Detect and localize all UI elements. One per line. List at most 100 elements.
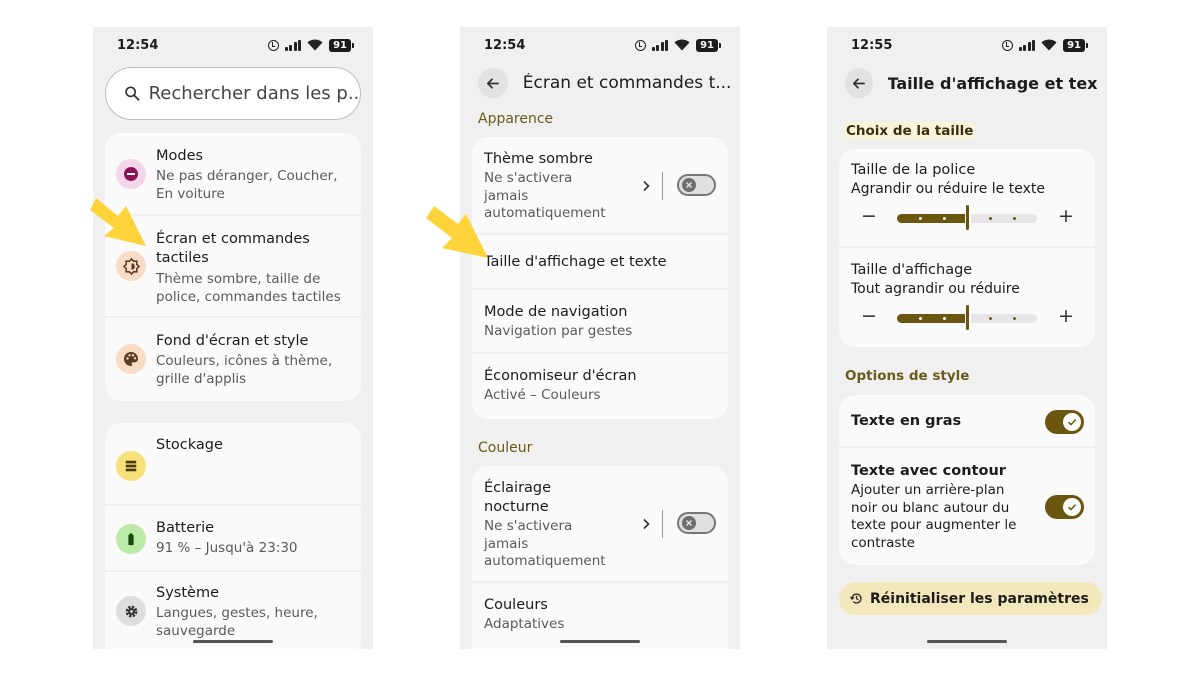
display-size-screen: 12:55 91 Taille d'affichage et tex... Ch…	[827, 27, 1107, 649]
signal-icon	[1018, 39, 1036, 51]
back-button[interactable]	[845, 68, 873, 98]
annotation-arrow	[426, 206, 488, 258]
status-bar: 12:54 91	[484, 35, 721, 55]
setting-subtitle: Ne s'activera jamais automatiquement	[484, 170, 606, 221]
settings-item-title: Stockage	[156, 437, 223, 453]
back-button[interactable]	[478, 68, 508, 98]
check-icon	[1063, 498, 1081, 516]
setting-title: Taille de la police	[851, 162, 976, 178]
setting-font-size: Taille de la police Agrandir ou réduire …	[839, 149, 1095, 248]
increase-display-size-button[interactable]: +	[1058, 307, 1074, 326]
search-input[interactable]: Rechercher dans les p...	[105, 67, 361, 120]
section-header-style: Options de style	[845, 368, 970, 384]
slider-step-dot	[943, 317, 946, 320]
setting-display-size[interactable]: Taille d'affichage et texte	[472, 235, 728, 290]
bold-text-toggle[interactable]	[1045, 410, 1084, 434]
wifi-icon	[674, 39, 690, 51]
settings-item-storage[interactable]: Stockage	[105, 423, 361, 506]
slider-step-dot	[989, 317, 992, 320]
settings-item-battery[interactable]: Batterie 91 % – Jusqu'à 23:30	[105, 506, 361, 572]
settings-group-display: Modes Ne pas déranger, Coucher, En voitu…	[105, 133, 361, 401]
status-bar: 12:54 91	[117, 35, 354, 55]
palette-icon	[116, 344, 146, 374]
display-size-slider[interactable]	[897, 305, 1037, 330]
style-group: Texte en gras Texte avec contour Ajouter…	[839, 395, 1095, 565]
night-light-toggle[interactable]	[677, 512, 716, 534]
slider-track-rest	[971, 214, 1037, 223]
signal-icon	[651, 39, 669, 51]
slider-track-filled	[897, 214, 965, 223]
page-title: Taille d'affichage et tex...	[887, 73, 1097, 93]
outline-text-toggle[interactable]	[1045, 495, 1084, 519]
reset-settings-button[interactable]: Réinitialiser les paramètres	[839, 582, 1102, 615]
decrease-display-size-button[interactable]: −	[861, 307, 877, 326]
settings-item-subtitle: Couleurs, icônes à thème, grille d'appli…	[156, 353, 333, 387]
search-placeholder: Rechercher dans les p...	[148, 83, 360, 104]
setting-title: Économiseur d'écran	[484, 368, 637, 384]
settings-item-wallpaper[interactable]: Fond d'écran et style Couleurs, icônes à…	[105, 318, 361, 401]
slider-step-dot	[989, 217, 992, 220]
section-header-appearance: Apparence	[478, 111, 554, 127]
settings-group-device: Stockage Batterie 91 % – Jusqu'à 23:30 S…	[105, 423, 361, 649]
setting-title: Mode de navigation	[484, 304, 628, 320]
setting-navigation-mode[interactable]: Mode de navigation Navigation par gestes	[472, 290, 728, 354]
settings-item-title: Écran et commandes tactiles	[156, 231, 310, 266]
settings-item-title: Batterie	[156, 520, 215, 536]
size-group: Taille de la police Agrandir ou réduire …	[839, 149, 1095, 347]
settings-item-system[interactable]: Système Langues, gestes, heure, sauvegar…	[105, 572, 361, 649]
setting-dark-theme[interactable]: Thème sombre Ne s'activera jamais automa…	[472, 137, 728, 235]
page-title: Écran et commandes t...	[522, 73, 730, 93]
arrow-left-icon	[853, 77, 866, 89]
display-settings-screen: 12:54 91 Écran et commandes t... Apparen…	[460, 27, 740, 649]
battery-level-badge: 91	[1063, 38, 1088, 52]
settings-item-subtitle: 91 % – Jusqu'à 23:30	[156, 540, 298, 556]
close-icon	[682, 178, 696, 192]
slider-step-dot	[919, 217, 922, 220]
setting-screensaver[interactable]: Économiseur d'écran Activé – Couleurs	[472, 354, 728, 419]
signal-icon	[284, 39, 302, 51]
setting-subtitle: Ajouter un arrière-plan noir ou blanc au…	[851, 482, 1017, 551]
setting-subtitle: Tout agrandir ou réduire	[851, 281, 1020, 297]
reset-settings-label: Réinitialiser les paramètres	[870, 590, 1089, 607]
settings-item-subtitle: Ne pas déranger, Coucher, En voiture	[156, 168, 338, 202]
status-time: 12:54	[484, 37, 526, 53]
decrease-font-size-button[interactable]: −	[861, 207, 877, 226]
dark-theme-toggle[interactable]	[677, 174, 716, 196]
gesture-bar[interactable]	[560, 640, 640, 643]
chevron-right-icon	[643, 518, 650, 530]
status-bar: 12:55 91	[851, 35, 1088, 55]
settings-item-title: Modes	[156, 148, 204, 164]
close-icon	[682, 516, 696, 530]
setting-title: Couleurs	[484, 597, 548, 613]
settings-screen: 12:54 91 Rechercher dans les p... Modes …	[93, 27, 373, 649]
slider-handle	[966, 205, 969, 230]
section-header-size: Choix de la taille	[845, 122, 975, 140]
slider-step-dot	[1013, 317, 1016, 320]
search-icon	[125, 86, 140, 101]
setting-subtitle: Activé – Couleurs	[484, 387, 601, 403]
wifi-icon	[1041, 39, 1057, 51]
storage-icon	[116, 451, 146, 481]
battery-icon	[116, 524, 146, 554]
setting-outline-text[interactable]: Texte avec contour Ajouter un arrière-pl…	[839, 448, 1095, 565]
gear-icon	[116, 596, 146, 626]
setting-title: Thème sombre	[484, 151, 593, 167]
appearance-group: Thème sombre Ne s'activera jamais automa…	[472, 137, 728, 419]
chevron-right-icon	[643, 180, 650, 192]
setting-title: Taille d'affichage et texte	[484, 254, 667, 270]
gesture-bar[interactable]	[193, 640, 273, 643]
alarm-icon	[1001, 39, 1013, 51]
gesture-bar[interactable]	[927, 640, 1007, 643]
setting-night-light[interactable]: Éclairage nocturne Ne s'activera jamais …	[472, 466, 728, 583]
increase-font-size-button[interactable]: +	[1058, 207, 1074, 226]
font-size-slider[interactable]	[897, 205, 1037, 230]
arrow-left-icon	[487, 77, 500, 89]
setting-subtitle: Navigation par gestes	[484, 323, 633, 339]
setting-bold-text[interactable]: Texte en gras	[839, 395, 1095, 448]
slider-handle	[966, 305, 969, 330]
status-time: 12:55	[851, 37, 893, 53]
setting-title: Taille d'affichage	[851, 262, 973, 278]
setting-title: Texte avec contour	[851, 463, 1006, 479]
section-header-color: Couleur	[478, 440, 533, 456]
alarm-icon	[634, 39, 646, 51]
